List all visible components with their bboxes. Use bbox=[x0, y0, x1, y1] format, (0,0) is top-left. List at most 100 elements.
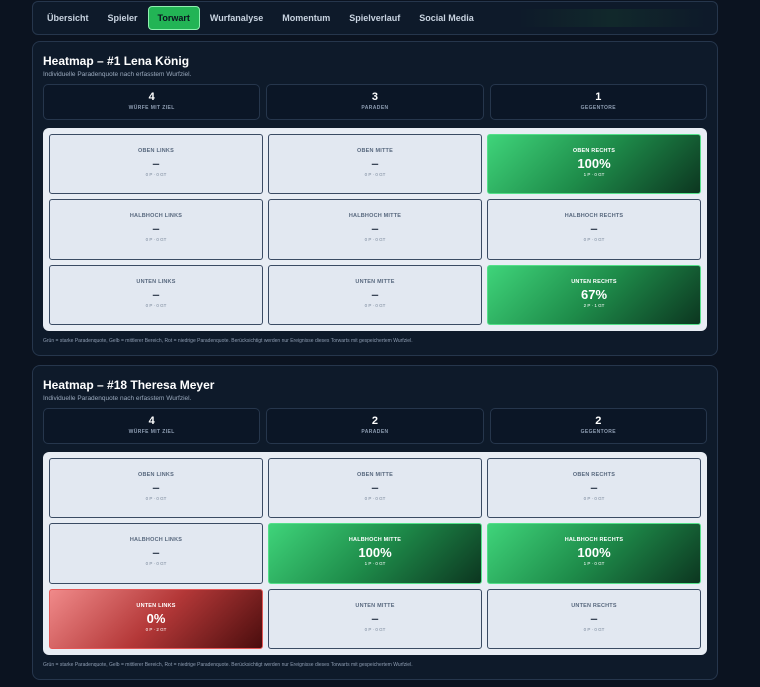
heatmap-cell[interactable]: HALBHOCH LINKS – 0 P · 0 GT bbox=[49, 199, 263, 260]
cell-meta: 0 P · 0 GT bbox=[364, 496, 386, 501]
cell-meta: 0 P · 0 GT bbox=[145, 496, 167, 501]
cell-zone-label: UNTEN RECHTS bbox=[571, 602, 617, 609]
cell-save-rate: 67% bbox=[580, 286, 608, 302]
cell-save-rate: – bbox=[152, 156, 160, 171]
heatmap-cell[interactable]: UNTEN RECHTS – 0 P · 0 GT bbox=[487, 588, 701, 649]
stat-label: PARADEN bbox=[361, 429, 389, 435]
stat-card: 2 GEGENTORE bbox=[489, 408, 707, 444]
heatmap-cell[interactable]: UNTEN LINKS 0% 0 P · 2 GT bbox=[49, 588, 263, 649]
cell-zone-label: UNTEN MITTE bbox=[355, 278, 395, 285]
heatmap-cell[interactable]: HALBHOCH RECHTS – 0 P · 0 GT bbox=[487, 199, 701, 260]
heatmap-cell[interactable]: UNTEN LINKS – 0 P · 0 GT bbox=[49, 264, 263, 325]
cell-zone-label: OBEN MITTE bbox=[357, 148, 393, 154]
tab-bar: Übersicht Spieler Torwart Wurfanalyse Mo… bbox=[32, 1, 718, 35]
cell-zone-label: UNTEN LINKS bbox=[136, 278, 176, 285]
cell-save-rate: – bbox=[371, 610, 379, 626]
cell-meta: 0 P · 0 GT bbox=[583, 496, 605, 501]
stat-label: WÜRFE MIT ZIEL bbox=[128, 429, 175, 435]
goal-heatmap: OBEN LINKS – 0 P · 0 GT OBEN MITTE – 0 P… bbox=[43, 452, 707, 655]
stat-label: GEGENTORE bbox=[580, 105, 617, 111]
heatmap-cell[interactable]: UNTEN RECHTS 67% 2 P · 1 GT bbox=[487, 264, 701, 325]
cell-meta: 0 P · 0 GT bbox=[583, 237, 605, 243]
heatmap-cell[interactable]: HALBHOCH MITTE – 0 P · 0 GT bbox=[268, 199, 482, 260]
cell-zone-label: OBEN LINKS bbox=[138, 472, 174, 478]
cell-meta: 0 P · 0 GT bbox=[364, 626, 386, 632]
heatmap-cell[interactable]: OBEN MITTE – 0 P · 0 GT bbox=[268, 134, 482, 195]
cell-zone-label: HALBHOCH RECHTS bbox=[564, 537, 624, 544]
stat-card: 4 WÜRFE MIT ZIEL bbox=[43, 408, 261, 444]
legend-footnote: Grün = starke Paradenquote, Gelb = mittl… bbox=[43, 662, 413, 668]
heatmap-cell[interactable]: UNTEN MITTE – 0 P · 0 GT bbox=[268, 588, 482, 649]
stat-label: GEGENTORE bbox=[580, 429, 617, 435]
cell-zone-label: UNTEN RECHTS bbox=[571, 278, 617, 285]
stats-row: 4 WÜRFE MIT ZIEL 3 PARADEN 1 GEGENTORE bbox=[43, 84, 707, 120]
cell-meta: 1 P · 0 GT bbox=[583, 172, 605, 177]
goal-heatmap: OBEN LINKS – 0 P · 0 GT OBEN MITTE – 0 P… bbox=[43, 128, 707, 331]
stats-row: 4 WÜRFE MIT ZIEL 2 PARADEN 2 GEGENTORE bbox=[43, 408, 707, 444]
panel-title: Heatmap – #1 Lena König bbox=[43, 54, 190, 68]
stat-value: 2 bbox=[595, 415, 602, 427]
cell-meta: 0 P · 0 GT bbox=[364, 237, 386, 243]
stat-label: PARADEN bbox=[361, 105, 389, 111]
cell-save-rate: – bbox=[590, 610, 598, 626]
heatmap-grid: OBEN LINKS – 0 P · 0 GT OBEN MITTE – 0 P… bbox=[49, 458, 701, 649]
cell-save-rate: – bbox=[590, 221, 598, 237]
cell-save-rate: 100% bbox=[358, 545, 392, 561]
stat-value: 2 bbox=[371, 415, 379, 427]
cell-save-rate: 100% bbox=[577, 545, 611, 561]
heatmap-cell[interactable]: HALBHOCH MITTE 100% 1 P · 0 GT bbox=[268, 523, 482, 584]
cell-save-rate: – bbox=[152, 545, 160, 561]
cell-meta: 0 P · 0 GT bbox=[145, 302, 167, 308]
tab-spieler[interactable]: Spieler bbox=[99, 6, 147, 30]
keeper-heatmap-panel: Heatmap – #18 Theresa Meyer Individuelle … bbox=[32, 365, 718, 680]
stat-value: 4 bbox=[148, 415, 155, 427]
cell-save-rate: 0% bbox=[146, 610, 166, 626]
panel-subtitle: Individuelle Paradenquote nach erfasstem… bbox=[43, 71, 192, 78]
cell-save-rate: – bbox=[371, 221, 379, 237]
cell-zone-label: HALBHOCH RECHTS bbox=[564, 213, 624, 220]
heatmap-cell[interactable]: OBEN MITTE – 0 P · 0 GT bbox=[268, 458, 482, 519]
panel-subtitle: Individuelle Paradenquote nach erfasstem… bbox=[43, 395, 192, 402]
cell-meta: 0 P · 0 GT bbox=[145, 237, 167, 243]
tab-spielverlauf[interactable]: Spielverlauf bbox=[340, 6, 409, 30]
cell-zone-label: OBEN LINKS bbox=[138, 148, 174, 154]
cell-meta: 0 P · 0 GT bbox=[145, 172, 167, 177]
cell-meta: 0 P · 0 GT bbox=[145, 561, 167, 567]
tab-torwart[interactable]: Torwart bbox=[147, 6, 200, 30]
cell-save-rate: – bbox=[371, 480, 379, 495]
cell-zone-label: UNTEN MITTE bbox=[355, 602, 395, 609]
tab-momentum[interactable]: Momentum bbox=[273, 6, 339, 30]
stat-value: 3 bbox=[371, 91, 379, 103]
heatmap-cell[interactable]: HALBHOCH RECHTS 100% 1 P · 0 GT bbox=[487, 523, 701, 584]
heatmap-cell[interactable]: HALBHOCH LINKS – 0 P · 0 GT bbox=[49, 523, 263, 584]
cell-meta: 0 P · 2 GT bbox=[145, 626, 167, 632]
heatmap-cell[interactable]: OBEN RECHTS – 0 P · 0 GT bbox=[487, 458, 701, 519]
stat-card: 4 WÜRFE MIT ZIEL bbox=[43, 84, 261, 120]
cell-meta: 0 P · 0 GT bbox=[364, 302, 386, 308]
tab-wurfanalyse[interactable]: Wurfanalyse bbox=[201, 6, 272, 30]
cell-save-rate: – bbox=[371, 156, 379, 171]
heatmap-cell[interactable]: OBEN LINKS – 0 P · 0 GT bbox=[49, 134, 263, 195]
heatmap-cell[interactable]: OBEN LINKS – 0 P · 0 GT bbox=[49, 458, 263, 519]
tab-uebersicht[interactable]: Übersicht bbox=[38, 6, 98, 30]
stat-value: 4 bbox=[148, 91, 155, 103]
cell-meta: 1 P · 0 GT bbox=[364, 561, 386, 567]
heatmap-grid: OBEN LINKS – 0 P · 0 GT OBEN MITTE – 0 P… bbox=[49, 134, 701, 325]
cell-save-rate: – bbox=[590, 480, 598, 495]
cell-zone-label: HALBHOCH LINKS bbox=[129, 537, 183, 544]
stat-card: 3 PARADEN bbox=[266, 84, 484, 120]
cell-zone-label: HALBHOCH MITTE bbox=[348, 537, 402, 544]
cell-meta: 0 P · 0 GT bbox=[583, 626, 605, 632]
cell-save-rate: 100% bbox=[577, 156, 611, 171]
heatmap-cell[interactable]: OBEN RECHTS 100% 1 P · 0 GT bbox=[487, 134, 701, 195]
cell-zone-label: OBEN RECHTS bbox=[572, 148, 616, 154]
cell-zone-label: OBEN MITTE bbox=[357, 472, 393, 478]
cell-meta: 0 P · 0 GT bbox=[364, 172, 386, 177]
stat-value: 1 bbox=[595, 91, 602, 103]
cell-meta: 1 P · 0 GT bbox=[583, 561, 605, 567]
panel-title: Heatmap – #18 Theresa Meyer bbox=[43, 378, 215, 392]
cell-zone-label: UNTEN LINKS bbox=[136, 602, 176, 609]
tab-social-media[interactable]: Social Media bbox=[410, 6, 483, 30]
heatmap-cell[interactable]: UNTEN MITTE – 0 P · 0 GT bbox=[268, 264, 482, 325]
cell-meta: 2 P · 1 GT bbox=[583, 302, 605, 308]
